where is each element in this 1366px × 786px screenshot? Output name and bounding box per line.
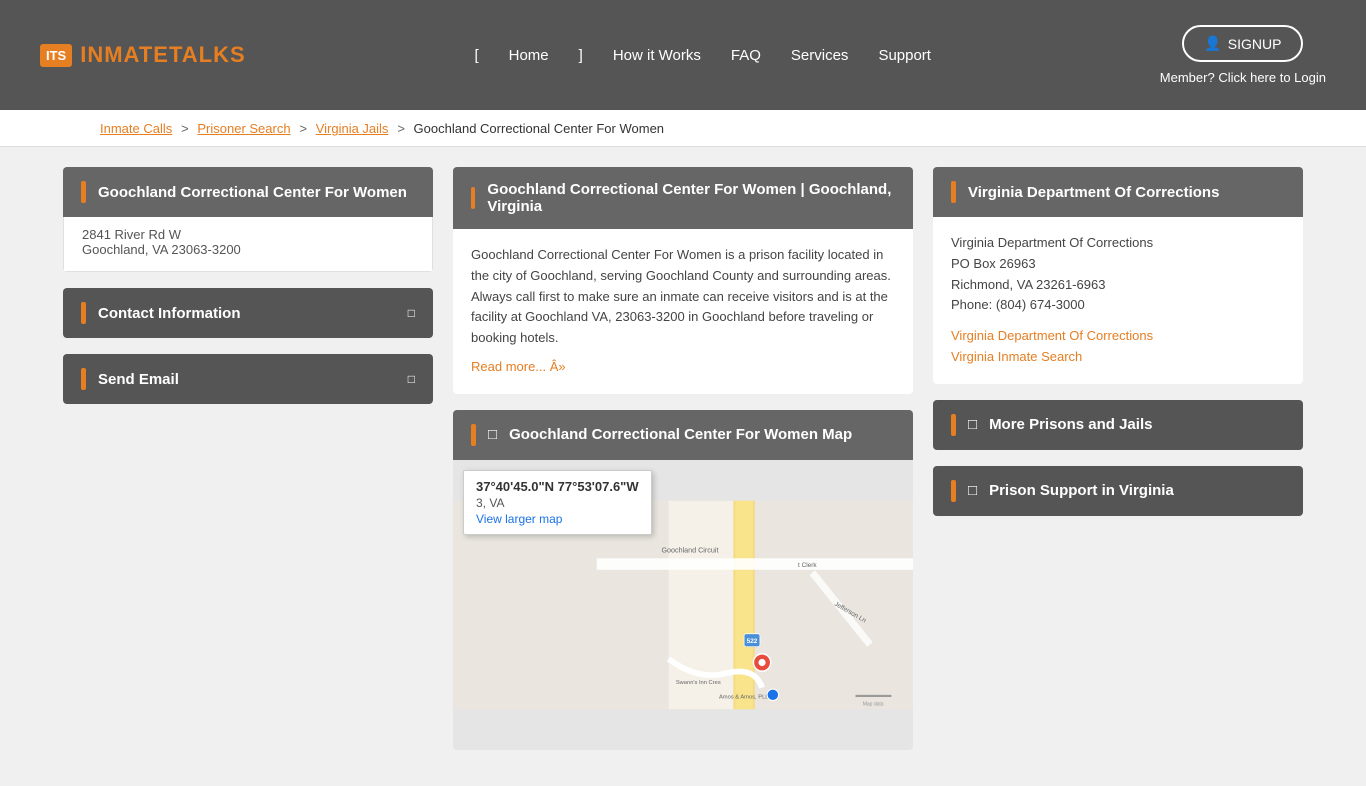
- svg-text:Map data: Map data: [863, 701, 884, 707]
- facility-card: Goochland Correctional Center For Women …: [63, 167, 433, 272]
- signup-area: 👤 SIGNUP Member? Click here to Login: [1160, 25, 1326, 85]
- dept-link2[interactable]: Virginia Inmate Search: [951, 349, 1082, 364]
- map-card-header: □ Goochland Correctional Center For Wome…: [453, 410, 913, 460]
- dept-title: Virginia Department Of Corrections: [968, 184, 1219, 201]
- main-facility-title: Goochland Correctional Center For Women …: [487, 181, 895, 215]
- right-column: Virginia Department Of Corrections Virgi…: [933, 167, 1303, 532]
- more-prisons-icon: □: [968, 416, 977, 433]
- map-orange-bar: [471, 424, 476, 446]
- home-bracket-right: ]: [579, 47, 583, 64]
- breadcrumb-sep2: >: [299, 121, 310, 136]
- contact-card-header[interactable]: Contact Information □: [63, 288, 433, 338]
- main-facility-body: Goochland Correctional Center For Women …: [453, 229, 913, 394]
- member-login-text: Member? Click here to Login: [1160, 70, 1326, 85]
- breadcrumb: Inmate Calls > Prisoner Search > Virgini…: [0, 110, 1366, 147]
- facility-card-header: Goochland Correctional Center For Women: [63, 167, 433, 217]
- prison-support-title: Prison Support in Virginia: [989, 482, 1174, 499]
- map-title: Goochland Correctional Center For Women …: [509, 426, 852, 443]
- facility-address: 2841 River Rd W Goochland, VA 23063-3200: [63, 217, 433, 272]
- signup-button[interactable]: 👤 SIGNUP: [1182, 25, 1303, 62]
- logo-abbr: ITS: [40, 44, 72, 67]
- nav-home[interactable]: Home: [509, 47, 549, 64]
- breadcrumb-sep1: >: [181, 121, 192, 136]
- nav-how-it-works[interactable]: How it Works: [613, 47, 701, 64]
- dept-line4: Phone: (804) 674-3000: [951, 295, 1285, 316]
- site-header: ITS INMATETALKS [ Home ] How it Works FA…: [0, 0, 1366, 110]
- main-facility-card: Goochland Correctional Center For Women …: [453, 167, 913, 394]
- dept-orange-bar: [951, 181, 956, 203]
- dept-line1: Virginia Department Of Corrections: [951, 233, 1285, 254]
- prison-support-card-header[interactable]: □ Prison Support in Virginia: [933, 466, 1303, 516]
- facility-address-line1: 2841 River Rd W: [82, 227, 414, 242]
- send-email-card: Send Email □: [63, 354, 433, 404]
- orange-bar-icon: [81, 181, 86, 203]
- send-email-toggle-icon: □: [408, 372, 415, 386]
- map-info-box: 37°40'45.0"N 77°53'07.6"W 3, VA View lar…: [463, 470, 652, 535]
- facility-title: Goochland Correctional Center For Women: [98, 184, 407, 201]
- home-bracket-left: [: [474, 47, 478, 64]
- contact-title: Contact Information: [98, 305, 241, 322]
- signup-label: SIGNUP: [1228, 36, 1282, 52]
- main-nav: [ Home ] How it Works FAQ Services Suppo…: [474, 47, 931, 64]
- main-facility-card-header: Goochland Correctional Center For Women …: [453, 167, 913, 229]
- center-column: Goochland Correctional Center For Women …: [453, 167, 913, 766]
- send-email-title: Send Email: [98, 371, 179, 388]
- send-email-card-header[interactable]: Send Email □: [63, 354, 433, 404]
- breadcrumb-inmate-calls[interactable]: Inmate Calls: [100, 121, 172, 136]
- breadcrumb-virginia-jails[interactable]: Virginia Jails: [316, 121, 389, 136]
- logo-talks: TALKS: [169, 42, 246, 67]
- dept-line2: PO Box 26963: [951, 254, 1285, 275]
- svg-text:Amos & Amos, PLLC: Amos & Amos, PLLC: [719, 694, 773, 700]
- nav-services[interactable]: Services: [791, 47, 849, 64]
- map-card: □ Goochland Correctional Center For Wome…: [453, 410, 913, 750]
- logo-text: INMATETALKS: [80, 42, 245, 68]
- prison-support-icon: □: [968, 482, 977, 499]
- map-address-short: 3, VA: [476, 496, 639, 510]
- read-more-link[interactable]: Read more... Â»: [471, 359, 566, 374]
- more-prisons-orange-bar: [951, 414, 956, 436]
- contact-orange-bar: [81, 302, 86, 324]
- map-container: 37°40'45.0"N 77°53'07.6"W 3, VA View lar…: [453, 460, 913, 750]
- breadcrumb-current: Goochland Correctional Center For Women: [414, 121, 665, 136]
- dept-line3: Richmond, VA 23261-6963: [951, 275, 1285, 296]
- main-facility-description: Goochland Correctional Center For Women …: [471, 245, 895, 349]
- more-prisons-card-header[interactable]: □ More Prisons and Jails: [933, 400, 1303, 450]
- send-email-orange-bar: [81, 368, 86, 390]
- nav-faq[interactable]: FAQ: [731, 47, 761, 64]
- prison-support-card: □ Prison Support in Virginia: [933, 466, 1303, 516]
- svg-text:Goochland Circuit: Goochland Circuit: [661, 546, 718, 554]
- person-icon: 👤: [1204, 35, 1221, 52]
- map-coords: 37°40'45.0"N 77°53'07.6"W: [476, 479, 639, 494]
- left-column: Goochland Correctional Center For Women …: [63, 167, 433, 420]
- view-larger-map-link[interactable]: View larger map: [476, 512, 562, 526]
- more-prisons-card: □ More Prisons and Jails: [933, 400, 1303, 450]
- breadcrumb-sep3: >: [397, 121, 408, 136]
- dept-link1[interactable]: Virginia Department Of Corrections: [951, 328, 1153, 343]
- logo-inmate: INMATE: [80, 42, 169, 67]
- contact-toggle-icon: □: [408, 306, 415, 320]
- breadcrumb-prisoner-search[interactable]: Prisoner Search: [197, 121, 290, 136]
- prison-support-orange-bar: [951, 480, 956, 502]
- more-prisons-title: More Prisons and Jails: [989, 416, 1152, 433]
- map-title-icon: □: [488, 426, 497, 443]
- contact-card: Contact Information □: [63, 288, 433, 338]
- logo-link[interactable]: ITS INMATETALKS: [40, 42, 246, 68]
- facility-address-line2: Goochland, VA 23063-3200: [82, 242, 414, 257]
- svg-text:t Clerk: t Clerk: [798, 562, 817, 569]
- dept-card: Virginia Department Of Corrections Virgi…: [933, 167, 1303, 384]
- dept-card-header: Virginia Department Of Corrections: [933, 167, 1303, 217]
- svg-text:Swann's Inn Cres: Swann's Inn Cres: [676, 680, 721, 686]
- main-content: Goochland Correctional Center For Women …: [43, 167, 1323, 766]
- svg-text:522: 522: [747, 638, 758, 645]
- main-facility-orange-bar: [471, 187, 475, 209]
- dept-card-body: Virginia Department Of Corrections PO Bo…: [933, 217, 1303, 384]
- nav-support[interactable]: Support: [878, 47, 931, 64]
